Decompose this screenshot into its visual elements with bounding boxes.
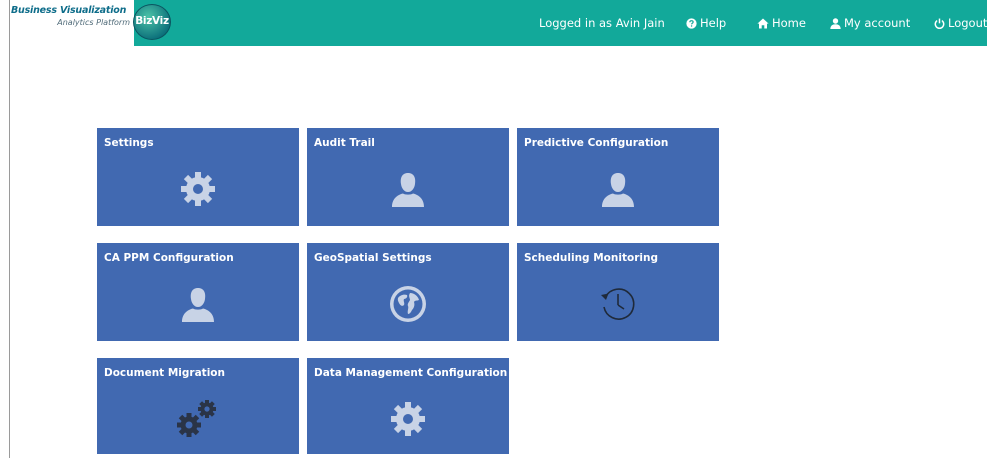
logo-title: Business Visualization	[11, 5, 127, 16]
tile-title: Scheduling Monitoring	[524, 252, 658, 264]
history-clock-icon	[601, 288, 635, 320]
tile-title: Audit Trail	[314, 137, 375, 149]
tile-geospatial-settings[interactable]: GeoSpatial Settings	[307, 243, 509, 341]
logout-label: Logout	[948, 16, 987, 30]
power-icon	[934, 18, 945, 29]
user-icon	[182, 288, 214, 322]
tile-data-management-configuration[interactable]: Data Management Configuration	[307, 358, 509, 454]
logged-in-user-label: Logged in as Avin Jain	[539, 16, 665, 30]
top-navigation-bar: Business Visualization Analytics Platfor…	[10, 0, 987, 46]
globe-icon	[390, 286, 426, 322]
bizviz-badge-logo[interactable]: BizViz	[133, 4, 171, 40]
user-icon	[602, 173, 634, 207]
window-left-border	[9, 0, 10, 458]
my-account-label: My account	[844, 16, 911, 30]
gear-icon	[181, 172, 215, 206]
tile-ca-ppm-configuration[interactable]: CA PPM Configuration	[97, 243, 299, 341]
help-label: Help	[700, 16, 727, 30]
tile-scheduling-monitoring[interactable]: Scheduling Monitoring	[517, 243, 719, 341]
logo-subtitle: Analytics Platform	[57, 18, 130, 27]
logo[interactable]: Business Visualization Analytics Platfor…	[10, 0, 134, 46]
home-label: Home	[772, 16, 806, 30]
tile-title: Document Migration	[104, 367, 225, 379]
home-icon	[757, 18, 769, 29]
logout-link[interactable]: Logout	[934, 0, 987, 46]
gear-icon	[391, 402, 425, 436]
home-link[interactable]: Home	[757, 0, 806, 46]
tile-title: Settings	[104, 137, 154, 149]
tile-title: GeoSpatial Settings	[314, 252, 432, 264]
user-icon	[392, 173, 424, 207]
tile-settings[interactable]: Settings	[97, 128, 299, 226]
tile-document-migration[interactable]: Document Migration	[97, 358, 299, 454]
user-icon	[830, 18, 841, 29]
tile-title: Predictive Configuration	[524, 137, 669, 149]
tile-predictive-configuration[interactable]: Predictive Configuration	[517, 128, 719, 226]
my-account-link[interactable]: My account	[830, 0, 910, 46]
tile-title: Data Management Configuration	[314, 367, 508, 379]
bizviz-badge-text: BizViz	[135, 15, 169, 27]
gears-icon	[177, 400, 216, 437]
help-icon	[686, 18, 697, 29]
tile-audit-trail[interactable]: Audit Trail	[307, 128, 509, 226]
help-link[interactable]: Help	[686, 0, 726, 46]
tile-title: CA PPM Configuration	[104, 252, 234, 264]
